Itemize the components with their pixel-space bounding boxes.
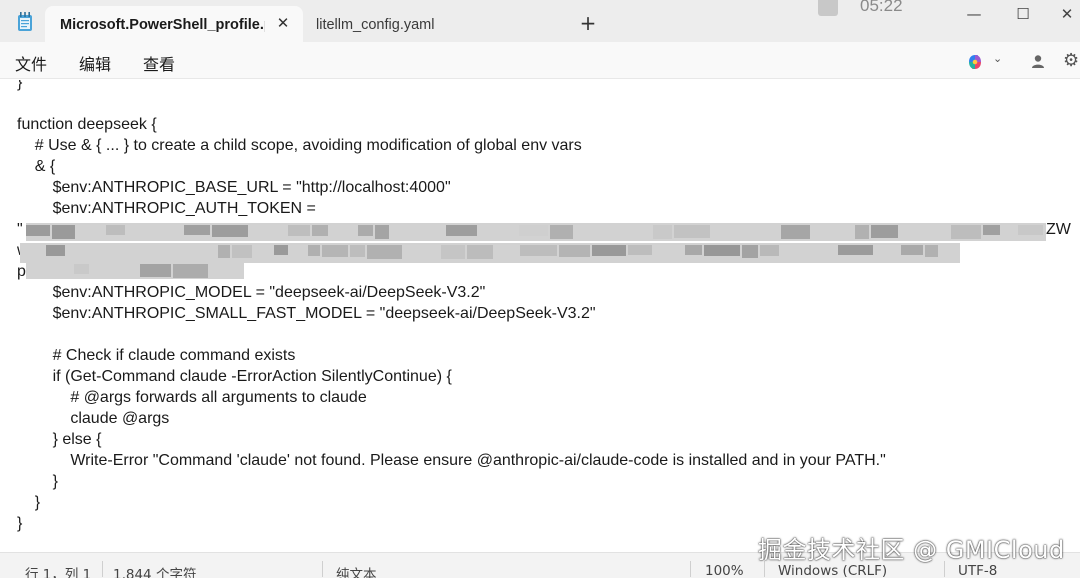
token-tail: ZW (1046, 221, 1071, 238)
redaction-block (901, 245, 923, 255)
line-ending[interactable]: Windows (CRLF) (778, 563, 887, 578)
redaction-block (467, 245, 493, 259)
gear-icon[interactable]: ⚙ (1063, 50, 1079, 71)
redaction-block (212, 225, 248, 237)
code-line: $env:ANTHROPIC_SMALL_FAST_MODEL = "deeps… (17, 305, 596, 322)
redaction-block (781, 225, 810, 239)
redaction-block (441, 245, 465, 259)
redaction-block (559, 245, 590, 257)
tab-label: Microsoft.PowerShell_profile.ps (60, 17, 265, 33)
code-line: p (17, 263, 26, 280)
redaction-block (52, 225, 75, 239)
minimize-button[interactable]: — (961, 5, 987, 23)
redaction-block (653, 225, 672, 239)
redaction-block (46, 245, 65, 256)
code-line: } (17, 515, 23, 532)
redaction-block (592, 245, 626, 256)
notepad-icon (18, 12, 32, 31)
redaction-block (760, 245, 779, 256)
redaction-block (350, 245, 365, 257)
redaction-block (274, 245, 288, 255)
redaction-block (375, 225, 389, 239)
redaction-block (685, 245, 702, 255)
new-tab-button[interactable]: + (578, 13, 598, 34)
code-line: & { (17, 158, 56, 175)
redaction-block (367, 245, 402, 259)
redaction-block (26, 225, 50, 236)
redaction-block (322, 245, 348, 257)
redaction-block (74, 264, 89, 274)
redaction-block (218, 245, 230, 258)
code-line: $env:ANTHROPIC_MODEL = "deepseek-ai/Deep… (17, 284, 486, 301)
close-icon[interactable]: ✕ (273, 14, 293, 34)
clock-overlay: 05:22 (860, 0, 903, 15)
code-line: claude @args (17, 410, 170, 427)
code-line: if (Get-Command claude -ErrorAction Sile… (17, 368, 452, 385)
profile-icon[interactable] (1030, 53, 1046, 69)
redaction-block (173, 264, 208, 278)
code-line: } (17, 473, 58, 490)
encoding[interactable]: UTF-8 (958, 563, 997, 578)
menu-file[interactable]: 文件 (15, 51, 47, 75)
redaction-block (106, 225, 125, 235)
overlay-badge (818, 0, 838, 16)
menu-bar: 文件 编辑 查看 ⌄ ⚙ (0, 42, 1080, 79)
redaction-block (520, 245, 557, 256)
redaction-block (550, 225, 573, 239)
code-line: Write-Error "Command 'claude' not found.… (17, 452, 886, 469)
code-line: function deepseek { (17, 116, 157, 133)
redaction-block (1018, 225, 1043, 235)
redaction-block (358, 225, 373, 236)
text-editor[interactable]: } function deepseek { # Use & { ... } to… (0, 80, 1080, 552)
menu-edit[interactable]: 编辑 (79, 51, 111, 75)
copilot-icon[interactable] (966, 53, 984, 71)
code-line: $env:ANTHROPIC_AUTH_TOKEN = (17, 200, 316, 217)
redaction-block (232, 245, 252, 258)
maximize-button[interactable]: ☐ (1010, 5, 1036, 23)
redaction-block (312, 225, 328, 236)
redaction-block (983, 225, 1000, 235)
redaction-block (140, 264, 171, 277)
redaction-block (184, 225, 210, 235)
menu-view[interactable]: 查看 (143, 51, 175, 75)
redaction-block (704, 245, 740, 256)
code-line: $env:ANTHROPIC_BASE_URL = "http://localh… (17, 179, 451, 196)
redaction-block (446, 225, 477, 236)
redaction-block (519, 225, 548, 236)
code-line: # Check if claude command exists (17, 347, 296, 364)
title-bar: Microsoft.PowerShell_profile.ps ✕ litell… (0, 0, 1080, 44)
character-count: 1,844 个字符 (113, 567, 197, 578)
redaction-block (742, 245, 758, 258)
redaction-block (855, 225, 869, 239)
window-close-button[interactable]: ✕ (1054, 5, 1080, 23)
redaction-block (951, 225, 981, 239)
code-line: " (17, 221, 23, 238)
redaction-block (308, 245, 320, 256)
code-line: } else { (17, 431, 102, 448)
code-line: } (17, 80, 23, 91)
redaction-block (628, 245, 652, 255)
redaction-block (288, 225, 310, 236)
redaction-block (838, 245, 873, 255)
redaction-block (674, 225, 710, 238)
watermark: 掘金技术社区 @ GMICloud (758, 536, 1065, 564)
code-line: # Use & { ... } to create a child scope,… (17, 137, 582, 154)
tab-label: litellm_config.yaml (316, 17, 435, 33)
redaction-block (925, 245, 938, 257)
redaction-block (871, 225, 898, 238)
zoom-level[interactable]: 100% (705, 563, 744, 578)
cursor-position[interactable]: 行 1，列 1 (25, 563, 91, 578)
code-line: # @args forwards all arguments to claude (17, 389, 367, 406)
chevron-down-icon[interactable]: ⌄ (993, 52, 1002, 65)
text-format: 纯文本 (336, 567, 377, 578)
tab-powershell-profile[interactable]: Microsoft.PowerShell_profile.ps ✕ (45, 6, 303, 44)
tab-litellm-config[interactable]: litellm_config.yaml (316, 6, 434, 44)
code-line: } (17, 494, 41, 511)
